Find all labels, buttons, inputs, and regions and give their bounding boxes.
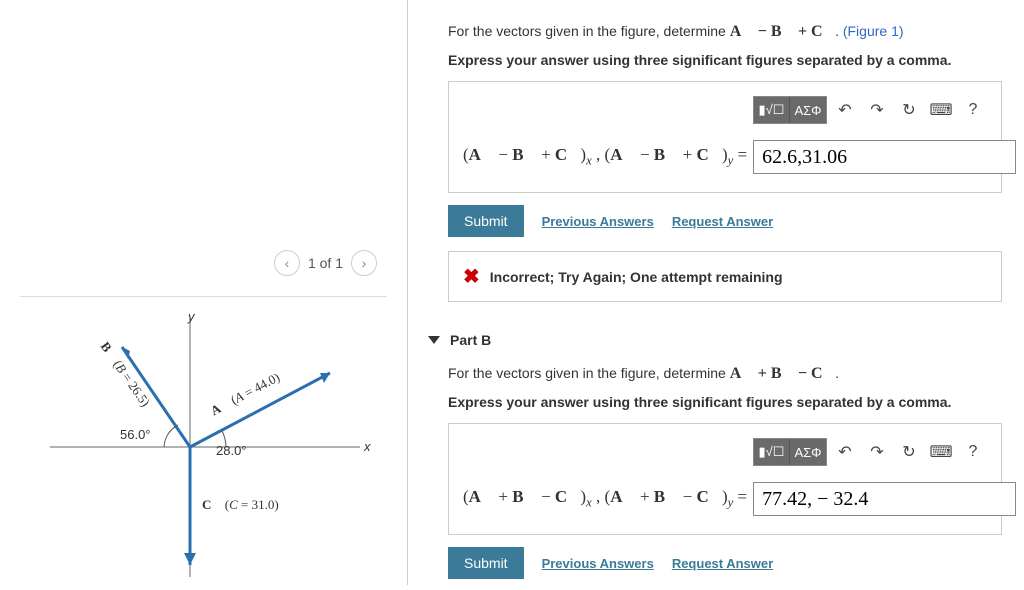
- part-b-header[interactable]: Part B: [428, 332, 1002, 348]
- part-b-eq-label: (A⃗ + B⃗ − C⃗)x , (A⃗ + B⃗ − C⃗)y =: [463, 487, 747, 510]
- angle-right-label: 28.0°: [216, 443, 247, 458]
- redo-icon-b[interactable]: ↷: [863, 438, 891, 466]
- equation-toolbar: ▮√☐ ΑΣΦ: [753, 96, 827, 124]
- equation-toolbar-b: ▮√☐ ΑΣΦ: [753, 438, 827, 466]
- help-icon[interactable]: ?: [959, 96, 987, 124]
- figure-svg: [30, 307, 390, 587]
- part-b-expression: A⃗ + B⃗ − C⃗: [730, 365, 835, 382]
- reset-icon[interactable]: ↻: [895, 96, 923, 124]
- part-b-input[interactable]: [753, 482, 1016, 516]
- next-figure-button[interactable]: ›: [351, 250, 377, 276]
- request-answer-link-b[interactable]: Request Answer: [672, 556, 773, 571]
- x-axis-label: x: [364, 439, 371, 454]
- part-b-instruction: Express your answer using three signific…: [448, 392, 1002, 413]
- template-button[interactable]: ▮√☐: [754, 97, 790, 123]
- undo-icon[interactable]: ↶: [831, 96, 859, 124]
- part-b-toolbar: ▮√☐ ΑΣΦ ↶ ↷ ↻ ⌨ ?: [463, 438, 987, 466]
- part-b-answer-row: (A⃗ + B⃗ − C⃗)x , (A⃗ + B⃗ − C⃗)y =: [463, 482, 987, 516]
- part-b-title: Part B: [450, 332, 491, 348]
- part-a-input[interactable]: [753, 140, 1016, 174]
- prev-answers-link-a[interactable]: Previous Answers: [542, 214, 654, 229]
- reset-icon-b[interactable]: ↻: [895, 438, 923, 466]
- keyboard-icon-b[interactable]: ⌨: [927, 438, 955, 466]
- part-a-answer-box: ▮√☐ ΑΣΦ ↶ ↷ ↻ ⌨ ? (A⃗ − B⃗ + C⃗)x , (A⃗ …: [448, 81, 1002, 193]
- angle-left-label: 56.0°: [120, 427, 151, 442]
- redo-icon[interactable]: ↷: [863, 96, 891, 124]
- incorrect-icon: ✖: [463, 264, 480, 289]
- part-b-prompt: For the vectors given in the figure, det…: [448, 362, 1002, 386]
- feedback-text: Incorrect; Try Again; One attempt remain…: [490, 269, 783, 285]
- part-b-buttons: Submit Previous Answers Request Answer: [448, 547, 1002, 579]
- pager-label: 1 of 1: [308, 255, 343, 271]
- part-b-answer-box: ▮√☐ ΑΣΦ ↶ ↷ ↻ ⌨ ? (A⃗ + B⃗ − C⃗)x , (A⃗ …: [448, 423, 1002, 535]
- part-a-buttons: Submit Previous Answers Request Answer: [448, 205, 1002, 237]
- prev-answers-link-b[interactable]: Previous Answers: [542, 556, 654, 571]
- help-icon-b[interactable]: ?: [959, 438, 987, 466]
- part-a-toolbar: ▮√☐ ΑΣΦ ↶ ↷ ↻ ⌨ ?: [463, 96, 987, 124]
- part-a-eq-label: (A⃗ − B⃗ + C⃗)x , (A⃗ − B⃗ + C⃗)y =: [463, 145, 747, 168]
- request-answer-link-a[interactable]: Request Answer: [672, 214, 773, 229]
- part-a-prompt: For the vectors given in the figure, det…: [448, 20, 1002, 44]
- part-a-feedback: ✖ Incorrect; Try Again; One attempt rema…: [448, 251, 1002, 302]
- caret-down-icon: [428, 336, 440, 344]
- template-button-b[interactable]: ▮√☐: [754, 439, 790, 465]
- undo-icon-b[interactable]: ↶: [831, 438, 859, 466]
- question-panel: For the vectors given in the figure, det…: [408, 0, 1024, 585]
- vector-figure: y x 56.0° 28.0° B⃗ (B = 26.5) A⃗ (A = 44…: [30, 307, 390, 587]
- part-a-expression: A⃗ − B⃗ + C⃗: [730, 23, 835, 40]
- figure-panel: ‹ 1 of 1 › y x 56.0° 28.0° B⃗ (B = 26.5)…: [0, 0, 408, 585]
- vec-c-label: C⃗ (C = 31.0): [202, 497, 279, 513]
- divider: [20, 296, 387, 297]
- figure-1-link[interactable]: (Figure 1): [843, 23, 904, 39]
- figure-pager: ‹ 1 of 1 ›: [20, 250, 387, 276]
- greek-button[interactable]: ΑΣΦ: [790, 97, 826, 123]
- submit-button-b[interactable]: Submit: [448, 547, 524, 579]
- prev-figure-button[interactable]: ‹: [274, 250, 300, 276]
- submit-button-a[interactable]: Submit: [448, 205, 524, 237]
- keyboard-icon[interactable]: ⌨: [927, 96, 955, 124]
- greek-button-b[interactable]: ΑΣΦ: [790, 439, 826, 465]
- part-a-answer-row: (A⃗ − B⃗ + C⃗)x , (A⃗ − B⃗ + C⃗)y =: [463, 140, 987, 174]
- part-a-instruction: Express your answer using three signific…: [448, 50, 1002, 71]
- y-axis-label: y: [188, 309, 195, 324]
